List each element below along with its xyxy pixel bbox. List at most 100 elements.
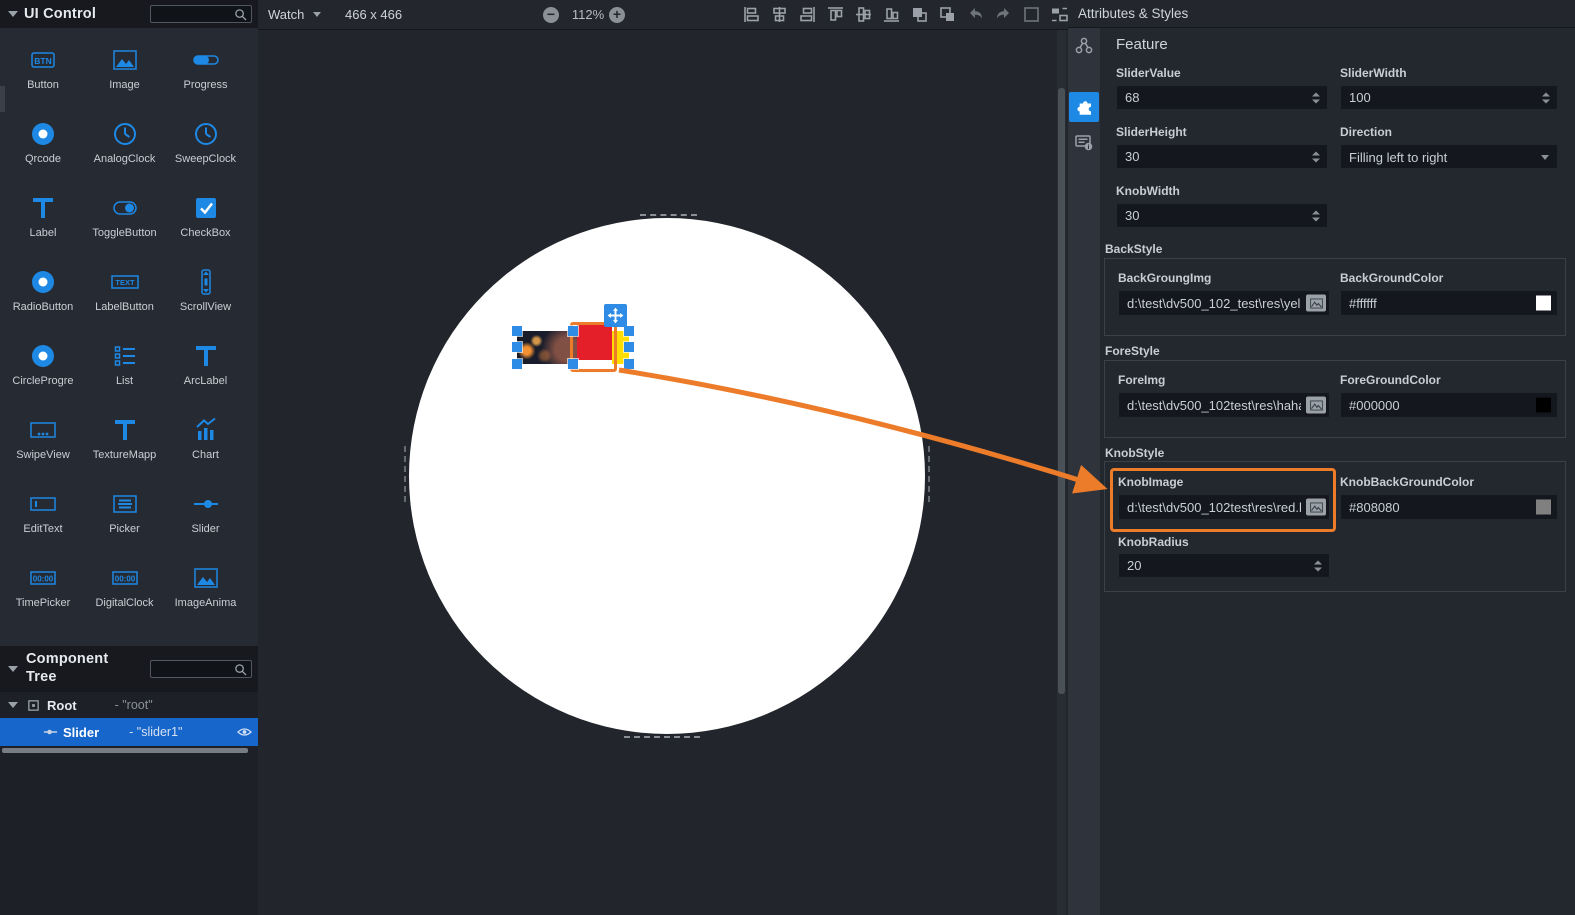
knob-image-input[interactable] bbox=[1119, 495, 1329, 519]
color-swatch[interactable] bbox=[1536, 499, 1551, 515]
palette-item-arclabel[interactable]: ArcLabel bbox=[165, 338, 246, 412]
fore-img-input[interactable] bbox=[1119, 393, 1329, 417]
align-left-icon[interactable] bbox=[742, 5, 761, 24]
align-top-icon[interactable] bbox=[826, 5, 845, 24]
align-right-icon[interactable] bbox=[798, 5, 817, 24]
move-handle-icon[interactable] bbox=[604, 304, 627, 327]
component-tree-search-input[interactable] bbox=[151, 663, 234, 675]
bring-to-front-icon[interactable] bbox=[910, 5, 929, 24]
align-center-horizontal-icon[interactable] bbox=[770, 5, 789, 24]
palette-item-swipeview[interactable]: SwipeView bbox=[2, 412, 84, 486]
palette-item-radiobutton[interactable]: RadioButton bbox=[2, 264, 84, 338]
component-tree-search[interactable] bbox=[150, 660, 252, 678]
fore-img-field[interactable] bbox=[1118, 392, 1330, 418]
slider-width-field[interactable] bbox=[1340, 85, 1558, 110]
tree-horizontal-scrollbar[interactable] bbox=[2, 748, 248, 753]
tree-expand-caret-icon[interactable] bbox=[8, 702, 18, 708]
palette-item-qrcode[interactable]: Qrcode bbox=[2, 116, 84, 190]
palette-item-button[interactable]: BTN Button bbox=[2, 42, 84, 116]
image-picker-icon[interactable] bbox=[1306, 396, 1326, 414]
resize-handle[interactable] bbox=[511, 325, 523, 337]
palette-item-picker[interactable]: Picker bbox=[84, 486, 165, 560]
tree-row-slider[interactable]: Slider - "slider1" bbox=[0, 718, 258, 746]
design-canvas[interactable] bbox=[258, 30, 1068, 915]
redo-icon[interactable] bbox=[994, 5, 1013, 24]
palette-item-imageanima[interactable]: ImageAnima bbox=[165, 560, 246, 634]
palette-item-label[interactable]: Label bbox=[2, 190, 84, 264]
color-swatch[interactable] bbox=[1536, 295, 1551, 311]
slider-value-input[interactable] bbox=[1117, 86, 1327, 109]
slider-value-field[interactable] bbox=[1116, 85, 1328, 110]
resize-handle[interactable] bbox=[511, 341, 523, 353]
ui-control-search-input[interactable] bbox=[151, 8, 234, 20]
tab-info-icon[interactable]: i bbox=[1074, 132, 1094, 152]
resize-handle[interactable] bbox=[623, 325, 635, 337]
send-to-back-icon[interactable] bbox=[938, 5, 957, 24]
fore-color-field[interactable] bbox=[1340, 392, 1558, 418]
slider-height-field[interactable] bbox=[1116, 144, 1328, 169]
background-img-field[interactable] bbox=[1118, 290, 1330, 316]
panel-collapse-tab[interactable] bbox=[0, 86, 5, 112]
palette-item-timepicker[interactable]: 00:00 TimePicker bbox=[2, 560, 84, 634]
background-color-field[interactable] bbox=[1340, 290, 1558, 316]
spinner-arrows-icon[interactable] bbox=[1312, 210, 1320, 221]
palette-item-chart[interactable]: Chart bbox=[165, 412, 246, 486]
resize-handle[interactable] bbox=[623, 341, 635, 353]
knob-bg-color-input[interactable] bbox=[1341, 495, 1557, 519]
undo-icon[interactable] bbox=[966, 5, 985, 24]
slider-height-input[interactable] bbox=[1117, 145, 1327, 168]
spinner-arrows-icon[interactable] bbox=[1312, 151, 1320, 162]
tree-collapse-caret-icon[interactable] bbox=[8, 666, 18, 672]
palette-item-slider[interactable]: Slider bbox=[165, 486, 246, 560]
scrollbar-thumb[interactable] bbox=[1058, 88, 1065, 694]
resize-handle[interactable] bbox=[567, 358, 579, 370]
palette-item-edittext[interactable]: EditText bbox=[2, 486, 84, 560]
palette-item-digitalclock[interactable]: 00:00 DigitalClock bbox=[84, 560, 165, 634]
palette-item-labelbutton[interactable]: TEXT LabelButton bbox=[84, 264, 165, 338]
slider-width-input[interactable] bbox=[1341, 86, 1557, 109]
palette-item-list[interactable]: List bbox=[84, 338, 165, 412]
resize-handle[interactable] bbox=[623, 358, 635, 370]
resize-handle[interactable] bbox=[511, 358, 523, 370]
screen-mode-dropdown[interactable]: Watch bbox=[268, 7, 321, 22]
color-swatch[interactable] bbox=[1536, 397, 1551, 413]
zoom-in-button[interactable]: + bbox=[609, 7, 625, 23]
canvas-vertical-scrollbar[interactable] bbox=[1057, 30, 1066, 915]
tree-row-root[interactable]: Root - "root" bbox=[0, 692, 258, 718]
palette-item-sweepclock[interactable]: SweepClock bbox=[165, 116, 246, 190]
swap-position-icon[interactable] bbox=[1050, 5, 1069, 24]
spinner-arrows-icon[interactable] bbox=[1314, 560, 1322, 571]
resize-handle[interactable] bbox=[567, 325, 579, 337]
background-img-input[interactable] bbox=[1119, 291, 1329, 315]
zoom-out-button[interactable]: − bbox=[543, 7, 559, 23]
knob-bg-color-field[interactable] bbox=[1340, 494, 1558, 520]
spinner-arrows-icon[interactable] bbox=[1312, 92, 1320, 103]
visibility-eye-icon[interactable] bbox=[237, 727, 252, 737]
collapse-caret-icon[interactable] bbox=[8, 11, 18, 17]
align-center-vertical-icon[interactable] bbox=[854, 5, 873, 24]
palette-item-progress[interactable]: Progress bbox=[165, 42, 246, 116]
image-picker-icon[interactable] bbox=[1306, 498, 1326, 516]
knob-width-field[interactable] bbox=[1116, 203, 1328, 228]
knob-image-field[interactable] bbox=[1118, 494, 1330, 520]
palette-item-texturemap[interactable]: TextureMapp bbox=[84, 412, 165, 486]
palette-item-circleprogress[interactable]: CircleProgre bbox=[2, 338, 84, 412]
knob-width-input[interactable] bbox=[1117, 204, 1327, 227]
spinner-arrows-icon[interactable] bbox=[1542, 92, 1550, 103]
tab-attributes-icon[interactable] bbox=[1069, 92, 1099, 122]
palette-item-checkbox[interactable]: CheckBox bbox=[165, 190, 246, 264]
fore-color-input[interactable] bbox=[1341, 393, 1557, 417]
tab-events-icon[interactable] bbox=[1074, 36, 1094, 56]
direction-dropdown[interactable]: Filling left to right bbox=[1340, 144, 1558, 169]
background-color-input[interactable] bbox=[1341, 291, 1557, 315]
image-picker-icon[interactable] bbox=[1306, 294, 1326, 312]
knob-radius-input[interactable] bbox=[1119, 554, 1329, 577]
ui-control-search[interactable] bbox=[150, 5, 252, 23]
palette-item-togglebutton[interactable]: ToggleButton bbox=[84, 190, 165, 264]
align-bottom-icon[interactable] bbox=[882, 5, 901, 24]
marquee-select-icon[interactable] bbox=[1022, 5, 1041, 24]
knob-radius-field[interactable] bbox=[1118, 553, 1330, 578]
palette-item-scrollview[interactable]: ScrollView bbox=[165, 264, 246, 338]
palette-item-image[interactable]: Image bbox=[84, 42, 165, 116]
palette-item-analogclock[interactable]: AnalogClock bbox=[84, 116, 165, 190]
